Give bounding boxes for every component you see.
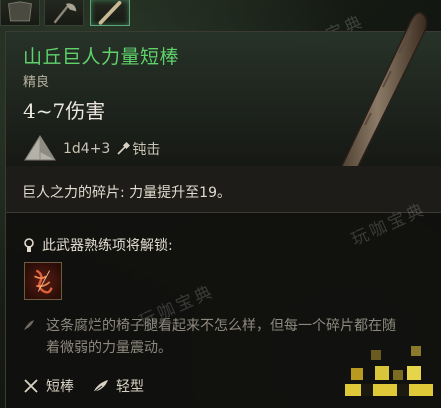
inventory-slot-selected[interactable]: [90, 0, 130, 26]
item-name: 山丘巨人力量短棒: [23, 46, 180, 68]
club-icon: [98, 0, 122, 25]
inventory-slot[interactable]: [0, 0, 40, 26]
quill-icon: [24, 320, 34, 330]
damage-dice-row: 1d4+3 钝击: [23, 134, 160, 164]
damage-range: 4~7伤害: [23, 99, 106, 123]
club-artwork: [327, 12, 428, 205]
d4-dice-icon: [24, 135, 56, 161]
armor-icon: [8, 1, 32, 22]
tag-light: 轻型: [92, 376, 144, 396]
proficiency-row: 此武器熟练项将解锁:: [22, 235, 173, 255]
proficiency-label: 此武器熟练项将解锁:: [42, 238, 173, 254]
flame-slash-icon: [34, 269, 53, 294]
damage-dice: 1d4+3: [63, 141, 111, 157]
tag-label: 轻型: [116, 379, 144, 395]
feather-icon: [93, 380, 108, 393]
bludgeoning-icon: [117, 142, 131, 155]
inventory-slot[interactable]: [44, 0, 84, 26]
damage-type: 钝击: [132, 142, 161, 158]
tag-label: 短棒: [46, 379, 74, 395]
mosaic-logo: [345, 346, 433, 396]
item-rarity: 精良: [23, 75, 50, 90]
divider: [6, 212, 441, 213]
item-tags: 短棒 轻型: [22, 376, 162, 396]
passive-effect: 巨人之力的碎片: 力量提升至19。: [22, 185, 231, 201]
axe-icon: [53, 3, 77, 24]
unlock-icon: [24, 238, 34, 252]
crossed-clubs-icon: [24, 379, 38, 393]
weapon-action-icon[interactable]: [24, 262, 62, 300]
tag-club: 短棒: [22, 376, 74, 396]
